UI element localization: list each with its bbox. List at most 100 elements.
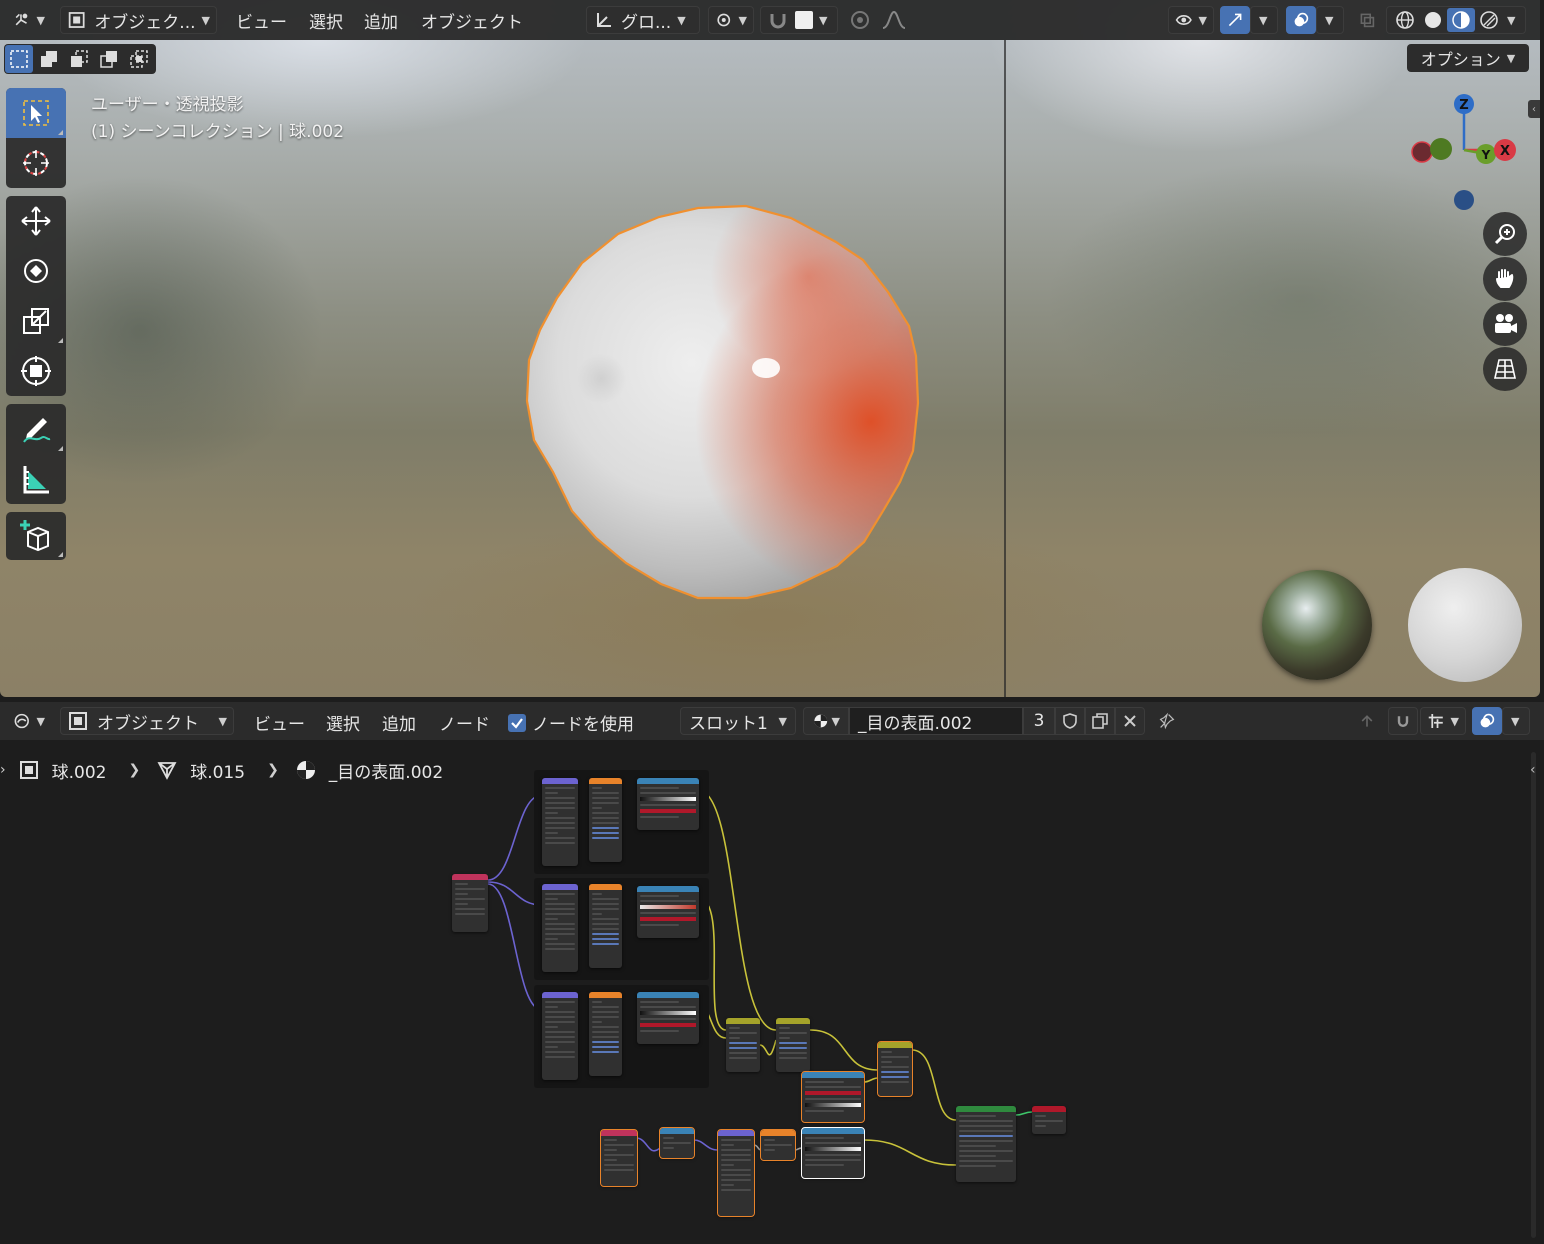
texture-coordinate-node-selected[interactable] <box>600 1129 638 1187</box>
overlays-dropdown[interactable]: ▼ <box>1316 6 1344 34</box>
visibility-dropdown[interactable]: ▼ <box>1168 6 1214 34</box>
neg-y-handle[interactable] <box>1430 138 1452 160</box>
ne-snap-toggle[interactable] <box>1388 707 1418 735</box>
camera-view-button[interactable] <box>1483 302 1527 346</box>
mapping-node[interactable] <box>542 884 578 972</box>
select-subtract-button[interactable] <box>65 45 93 73</box>
pivot-point-dropdown[interactable]: ▼ <box>708 6 754 34</box>
menu-select[interactable]: 選択 <box>309 8 343 33</box>
separate-xyz-node[interactable] <box>659 1127 695 1159</box>
ne-menu-select[interactable]: 選択 <box>326 710 360 735</box>
toolbar-group-select <box>6 88 66 188</box>
color-ramp-node[interactable] <box>637 992 699 1044</box>
mix-color-node[interactable] <box>776 1018 810 1072</box>
ruler-icon <box>23 466 49 494</box>
ne-object-type-dropdown[interactable]: オブジェクト ▼ <box>60 707 234 735</box>
principled-bsdf-node[interactable] <box>956 1106 1016 1182</box>
overlays-toggle[interactable] <box>1286 6 1316 34</box>
select-new-button[interactable] <box>5 45 33 73</box>
editor-type-button[interactable]: ▼ <box>6 6 52 34</box>
xray-icon <box>1360 13 1375 28</box>
zoom-button[interactable] <box>1483 212 1527 256</box>
color-ramp-node-active[interactable] <box>801 1127 865 1179</box>
ne-overlays-toggle[interactable] <box>1472 707 1502 735</box>
select-extend-button[interactable] <box>35 45 63 73</box>
material-output-node[interactable] <box>1032 1106 1066 1134</box>
xray-toggle[interactable] <box>1352 6 1382 34</box>
snapping-group[interactable]: ▼ <box>760 6 838 34</box>
3d-viewport[interactable]: ▼ オブジェク... ▼ ビュー 選択 追加 オブジェクト グロ... ▼ ▼ <box>0 0 1540 697</box>
mix-color-node[interactable] <box>726 1018 760 1072</box>
gizmo-toggle[interactable] <box>1220 6 1250 34</box>
material-slot-dropdown[interactable]: スロット1 ▼ <box>680 707 796 735</box>
magnet-icon <box>1397 716 1409 727</box>
parent-node-tree-button[interactable] <box>1352 707 1382 735</box>
menu-add[interactable]: 追加 <box>364 8 398 33</box>
neg-z-handle[interactable] <box>1454 190 1474 210</box>
scale-tool[interactable] <box>6 296 66 346</box>
annotate-tool[interactable] <box>6 404 66 454</box>
unlink-material-button[interactable] <box>1115 707 1145 735</box>
sidebar-toggle[interactable]: ‹ <box>1528 100 1540 118</box>
ne-editor-type-button[interactable]: ▼ <box>6 707 52 735</box>
use-nodes-toggle[interactable]: ノードを使用 <box>508 710 634 735</box>
color-ramp-node[interactable] <box>637 778 699 830</box>
wireframe-shading-icon[interactable] <box>1391 8 1419 32</box>
ne-menu-add[interactable]: 追加 <box>382 710 416 735</box>
3d-cursor-icon <box>23 150 49 176</box>
user-count-button[interactable]: 3 <box>1023 707 1055 735</box>
tool-submenu-indicator <box>58 338 63 343</box>
menu-object[interactable]: オブジェクト <box>421 8 523 33</box>
scale-icon <box>23 308 49 334</box>
fake-user-button[interactable] <box>1055 707 1085 735</box>
color-ramp-node[interactable] <box>637 886 699 938</box>
gradient-texture-node[interactable] <box>589 778 622 862</box>
navigation-gizmo[interactable]: Z Y X <box>1400 86 1530 216</box>
select-intersect-button[interactable] <box>125 45 153 73</box>
options-dropdown[interactable]: オプション ▼ <box>1407 44 1529 72</box>
cursor-tool[interactable] <box>6 138 66 188</box>
mapping-node[interactable] <box>542 992 578 1080</box>
add-cube-tool[interactable] <box>6 512 66 560</box>
proportional-editing-group[interactable] <box>842 6 920 34</box>
gradient-texture-node[interactable] <box>589 884 622 968</box>
mix-color-node-selected[interactable] <box>877 1041 913 1097</box>
duplicate-material-button[interactable] <box>1085 707 1115 735</box>
menu-view[interactable]: ビュー <box>236 8 287 33</box>
solid-shading-icon[interactable] <box>1419 8 1447 32</box>
ne-overlays-dropdown[interactable]: ▼ <box>1502 707 1530 735</box>
pan-button[interactable] <box>1483 257 1527 301</box>
transform-tool[interactable] <box>6 346 66 396</box>
mapping-node-selected[interactable] <box>717 1129 755 1217</box>
select-box-tool[interactable] <box>6 88 66 138</box>
pin-button[interactable] <box>1152 707 1182 735</box>
interaction-mode-dropdown[interactable]: オブジェク... ▼ <box>60 6 217 34</box>
neg-x-handle[interactable] <box>1411 141 1433 163</box>
rotate-tool[interactable] <box>6 246 66 296</box>
transform-orientation-dropdown[interactable]: グロ... ▼ <box>586 6 700 34</box>
pencil-icon <box>23 418 51 443</box>
ne-menu-view[interactable]: ビュー <box>254 710 305 735</box>
texture-coordinate-node[interactable] <box>452 874 488 932</box>
measure-tool[interactable] <box>6 454 66 504</box>
gradient-texture-node[interactable] <box>589 992 622 1076</box>
color-ramp-node-selected[interactable] <box>801 1071 865 1123</box>
move-tool[interactable] <box>6 196 66 246</box>
selected-sphere-object[interactable] <box>520 200 922 602</box>
gradient-texture-node-selected[interactable] <box>760 1129 796 1161</box>
perspective-toggle-button[interactable] <box>1483 347 1527 391</box>
x-axis-label: X <box>1500 144 1510 159</box>
use-nodes-checkbox[interactable] <box>508 713 526 732</box>
shading-modes[interactable]: ▼ <box>1386 6 1526 34</box>
toolbar-group-add <box>6 512 66 560</box>
rendered-shading-icon[interactable] <box>1475 8 1503 32</box>
shader-editor-icon <box>14 713 29 729</box>
select-invert-button[interactable] <box>95 45 123 73</box>
browse-material-button[interactable]: ▼ <box>803 707 849 735</box>
material-name-field[interactable]: _目の表面.002 <box>849 707 1023 735</box>
ne-snap-element-dropdown[interactable]: ▼ <box>1420 707 1466 735</box>
ne-menu-node[interactable]: ノード <box>439 710 490 735</box>
gizmo-dropdown[interactable]: ▼ <box>1250 6 1278 34</box>
mapping-node[interactable] <box>542 778 578 866</box>
material-preview-shading-icon[interactable] <box>1447 8 1475 32</box>
